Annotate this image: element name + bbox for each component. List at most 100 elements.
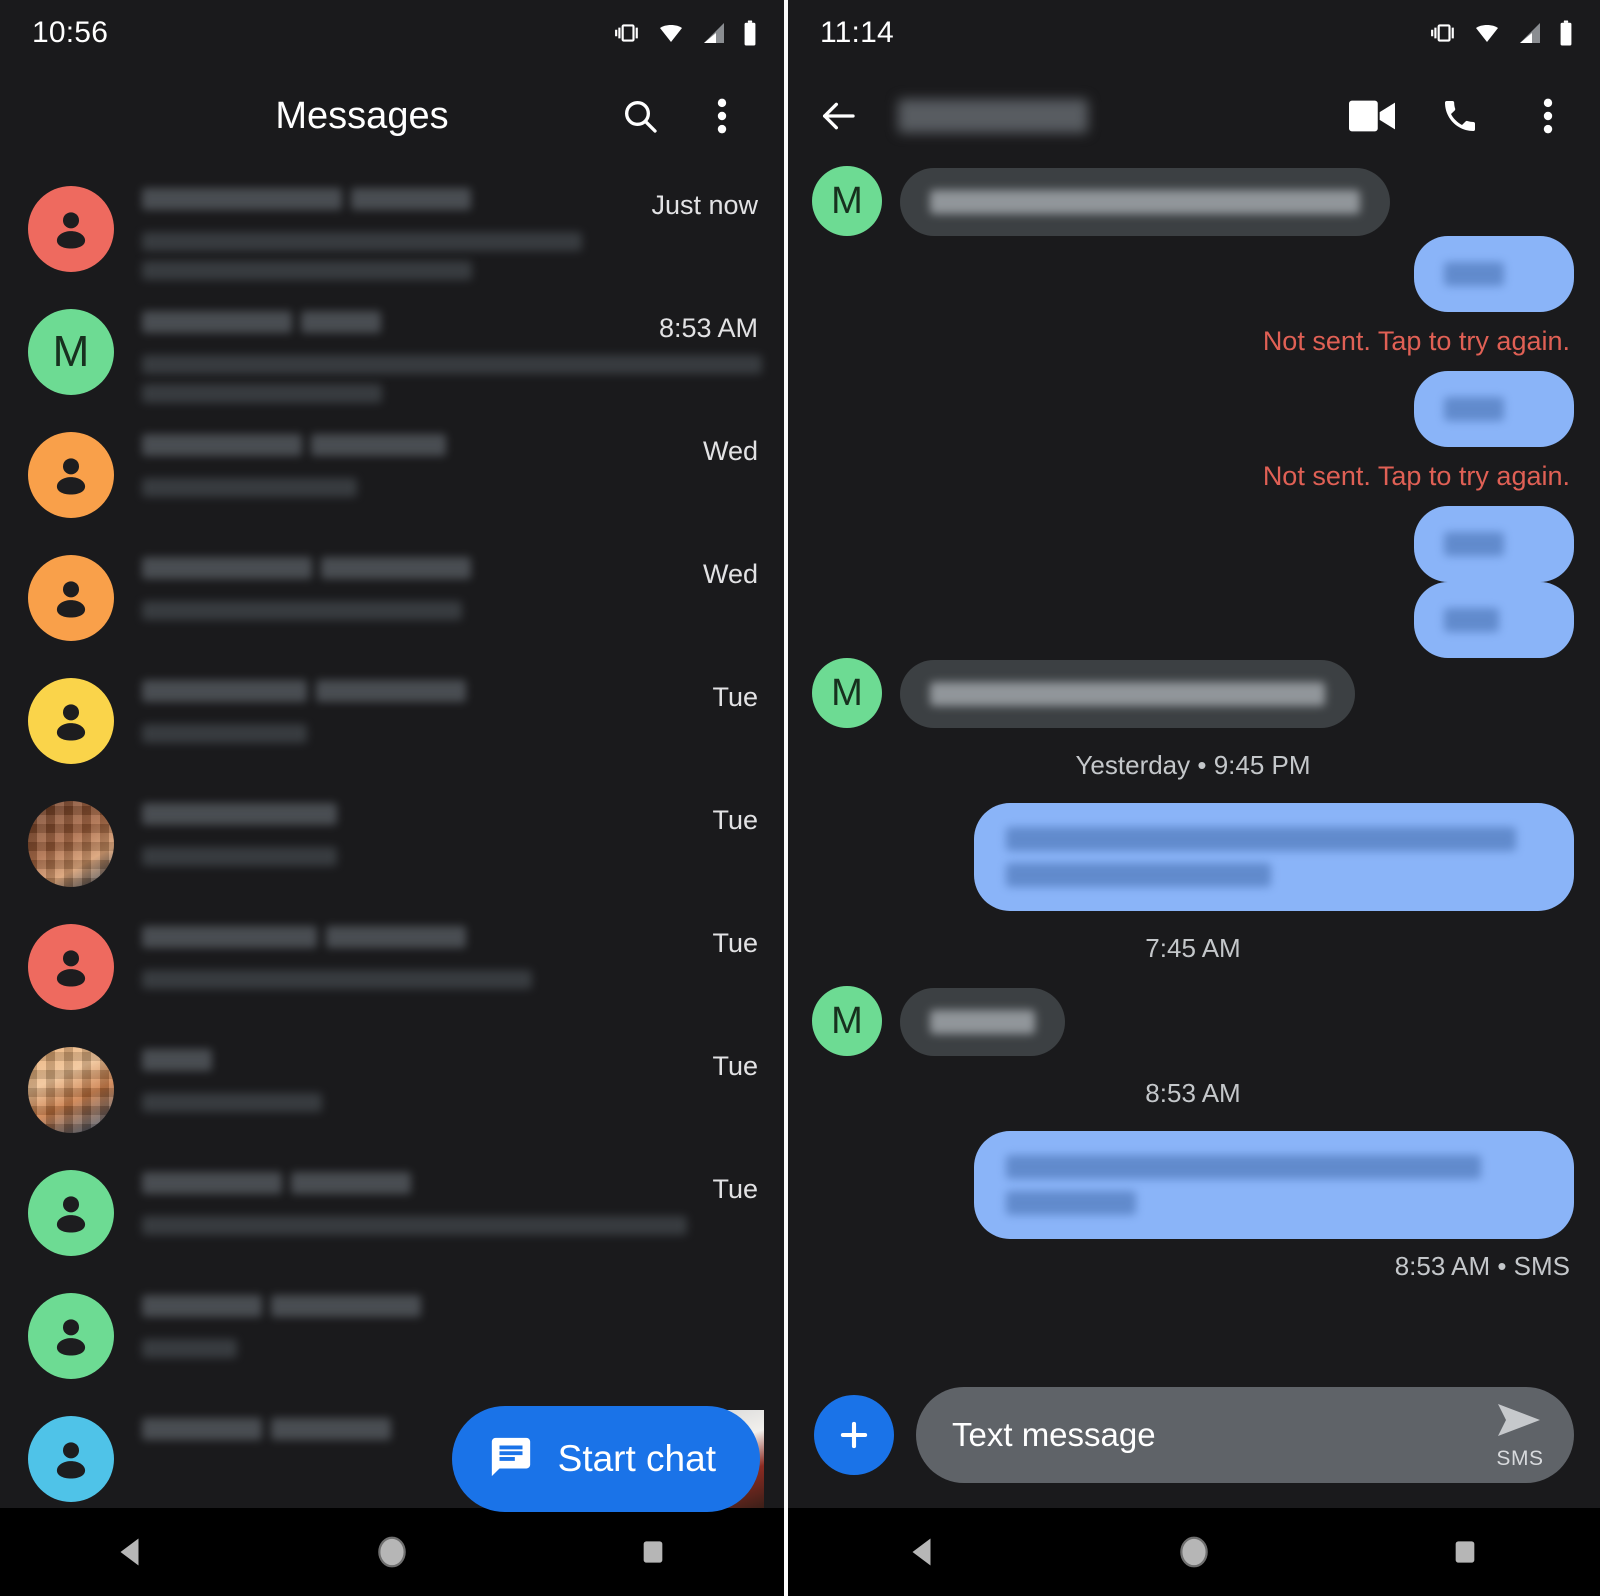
conversation-row[interactable]: M 8:53 AM [0, 289, 784, 412]
send-button[interactable]: SMS [1496, 1400, 1550, 1471]
page-title: Messages [275, 94, 449, 137]
outgoing-bubble[interactable] [974, 803, 1574, 911]
conversation-row[interactable] [0, 1273, 784, 1396]
nav-home-icon[interactable] [332, 1508, 452, 1596]
incoming-message-row[interactable]: M [812, 986, 1574, 1056]
outgoing-bubble[interactable] [974, 1131, 1574, 1239]
conversation-header-line: Tue [142, 803, 758, 876]
send-type-label: SMS [1496, 1446, 1544, 1470]
contact-name-redacted [142, 803, 337, 825]
conversation-row[interactable]: Tue [0, 658, 784, 781]
outgoing-message-row[interactable] [812, 236, 1574, 312]
more-vert-icon[interactable] [696, 90, 748, 142]
timestamp-separator: Yesterday • 9:45 PM [1075, 750, 1311, 780]
message-text-redacted [1006, 1191, 1136, 1215]
text-message-placeholder: Text message [952, 1416, 1156, 1453]
status-bar-left: 10:56 [0, 0, 784, 66]
conversation-list[interactable]: Just nowM8:53 AMWedWedTueTueTueTueTueMon [0, 166, 784, 1508]
nav-home-icon[interactable] [1134, 1508, 1254, 1596]
conversation-header-line: Wed [142, 434, 758, 507]
contact-name-redacted [142, 188, 342, 210]
incoming-bubble[interactable] [900, 168, 1390, 236]
phone-icon[interactable] [1434, 90, 1486, 142]
avatar: M [28, 309, 114, 395]
conversation-body: 8:53 AM [114, 305, 762, 413]
conversation-row[interactable]: Tue [0, 904, 784, 1027]
conversation-row[interactable]: Tue [0, 1027, 784, 1150]
vibrate-icon [1428, 20, 1458, 46]
incoming-bubble[interactable] [900, 660, 1355, 728]
start-chat-button[interactable]: Start chat [451, 1406, 760, 1512]
timestamp-separator: 7:45 AM [1145, 933, 1241, 963]
redacted-content [142, 434, 681, 507]
avatar-initial: M [52, 327, 90, 376]
contact-name-redacted [326, 926, 466, 948]
outgoing-message-row[interactable] [812, 1131, 1574, 1239]
not-sent-error[interactable]: Not sent. Tap to try again. [812, 461, 1570, 492]
search-icon[interactable] [614, 90, 666, 142]
message-text-redacted [1444, 608, 1499, 632]
plus-icon[interactable] [814, 1395, 894, 1475]
contact-name-redacted [142, 1172, 282, 1194]
avatar [28, 678, 114, 764]
incoming-bubble[interactable] [900, 988, 1065, 1056]
contact-name-redacted [291, 1172, 411, 1194]
outgoing-message-row[interactable] [812, 803, 1574, 911]
conversation-timestamp: Wed [702, 436, 758, 466]
video-call-icon[interactable] [1346, 90, 1398, 142]
nav-back-icon[interactable] [71, 1508, 191, 1596]
conversation-timestamp: Tue [712, 928, 758, 958]
outgoing-message-row[interactable] [812, 506, 1574, 582]
messages-list-screen: 10:56 Messages Just now M 8:53 AM Wed We… [0, 0, 784, 1596]
outgoing-message-row[interactable] [812, 371, 1574, 447]
conversation-row[interactable]: Tue [0, 781, 784, 904]
incoming-message-row[interactable]: M [812, 166, 1574, 236]
app-bar-actions [614, 90, 758, 142]
message-text-redacted [1444, 532, 1504, 556]
nav-back-icon[interactable] [863, 1508, 983, 1596]
conversation-row[interactable]: Wed [0, 412, 784, 535]
contact-name-redacted [321, 557, 471, 579]
avatar [28, 1293, 114, 1379]
not-sent-error[interactable]: Not sent. Tap to try again. [812, 326, 1570, 357]
conversation-timestamp: 8:53 AM [658, 313, 758, 343]
nav-recents-icon[interactable] [593, 1508, 713, 1596]
outgoing-bubble[interactable] [1414, 371, 1574, 447]
conversation-header-line: 8:53 AM [142, 311, 762, 413]
start-chat-label: Start chat [557, 1438, 716, 1479]
more-vert-icon[interactable] [1522, 90, 1574, 142]
contact-name-redacted [271, 1418, 391, 1440]
conversation-timestamp: Just now [651, 190, 758, 220]
message-preview-redacted [142, 1216, 687, 1235]
conversation-app-bar [788, 66, 1600, 166]
conversation-row[interactable]: Just now [0, 166, 784, 289]
message-composer: Text message SMS [788, 1378, 1600, 1508]
conversation-timestamp: Tue [712, 1051, 758, 1081]
message-thread[interactable]: M Not sent. Tap to try again. Not sent. Ta… [788, 166, 1600, 1378]
avatar [28, 1170, 114, 1256]
message-preview-redacted [142, 261, 472, 280]
conversation-body: Tue [114, 797, 758, 876]
conversation-row[interactable]: Tue [0, 1150, 784, 1273]
outgoing-bubble[interactable] [1414, 506, 1574, 582]
contact-name-redacted [311, 434, 446, 456]
avatar [28, 186, 114, 272]
outgoing-message-row[interactable] [812, 582, 1574, 658]
outgoing-bubble[interactable] [1414, 236, 1574, 312]
message-preview-redacted [142, 355, 762, 374]
text-message-field[interactable]: Text message SMS [916, 1387, 1574, 1483]
nav-recents-icon[interactable] [1405, 1508, 1525, 1596]
outgoing-bubble[interactable] [1414, 582, 1574, 658]
contact-name-redacted [142, 926, 317, 948]
back-arrow-icon[interactable] [812, 90, 864, 142]
messages-app-bar: Messages [0, 66, 784, 166]
contact-name-redacted [271, 1295, 421, 1317]
conversation-row[interactable]: Wed [0, 535, 784, 658]
contact-name [898, 99, 1088, 133]
conversation-header-line: Just now [142, 188, 758, 290]
incoming-message-row[interactable]: M [812, 658, 1574, 728]
conversation-body: Tue [114, 1043, 758, 1122]
conversation-timestamp: Tue [712, 805, 758, 835]
system-nav-bar-right [788, 1508, 1600, 1596]
contact-name-redacted [351, 188, 471, 210]
